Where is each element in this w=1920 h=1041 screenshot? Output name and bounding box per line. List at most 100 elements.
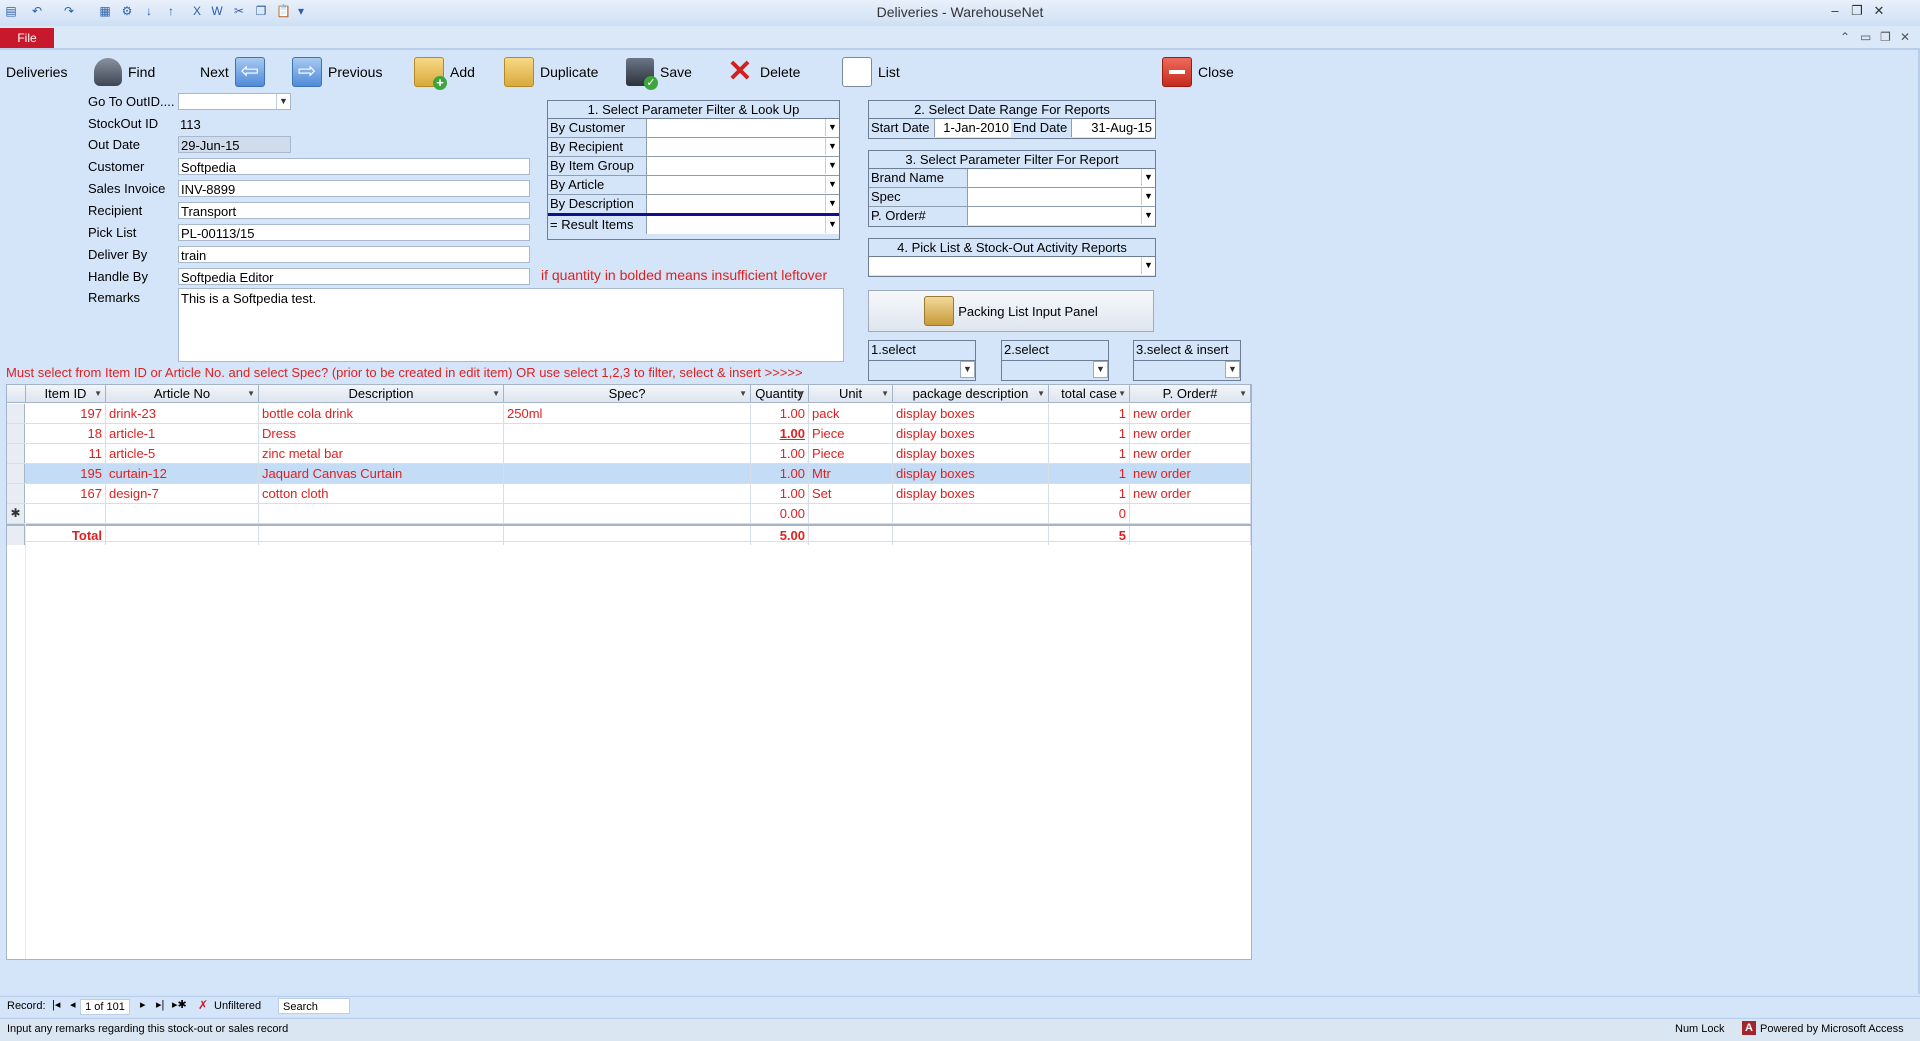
select2-dropdown[interactable]: ▼ — [1002, 360, 1108, 378]
chevron-down-icon[interactable]: ▼ — [1141, 257, 1155, 274]
deliverby-field[interactable]: train — [178, 246, 530, 263]
row-selector[interactable] — [7, 464, 25, 483]
cell-unit[interactable]: Mtr — [809, 464, 893, 483]
cell-unit[interactable]: pack — [809, 404, 893, 423]
table-row[interactable]: 197 drink-23 bottle cola drink 250ml 1.00 pac… — [7, 404, 1251, 424]
row-selector[interactable] — [7, 484, 25, 503]
minimize-icon[interactable]: – — [1824, 2, 1846, 20]
chevron-down-icon[interactable]: ▼ — [739, 385, 747, 403]
cell-porder[interactable]: new order — [1130, 484, 1251, 503]
table-row[interactable]: 167 design-7 cotton cloth 1.00 Set display bo… — [7, 484, 1251, 504]
cell-package[interactable]: display boxes — [893, 484, 1049, 503]
cell-article-no[interactable]: drink-23 — [106, 404, 259, 423]
start-date-field[interactable]: 1-Jan-2010 — [934, 119, 1011, 137]
chevron-down-icon[interactable]: ▼ — [1239, 385, 1247, 403]
cell-quantity[interactable]: 1.00 — [751, 444, 809, 463]
goto-dropdown[interactable]: ▼ — [178, 93, 291, 110]
cell-spec[interactable] — [504, 484, 751, 503]
save-button[interactable]: Save — [626, 53, 692, 91]
ribbon-collapse-icon[interactable]: ⌃ — [1840, 30, 1850, 44]
remarks-textarea[interactable]: This is a Softpedia test. — [178, 288, 844, 362]
cell-description[interactable]: bottle cola drink — [259, 404, 504, 423]
cell-package[interactable]: display boxes — [893, 424, 1049, 443]
next-button[interactable]: Next ⇦ — [200, 53, 265, 91]
cell-spec[interactable]: 250ml — [504, 404, 751, 423]
cell-item-id[interactable]: 11 — [26, 444, 106, 463]
cell-unit[interactable]: Set — [809, 484, 893, 503]
close-button[interactable]: Close — [1162, 53, 1234, 91]
chevron-down-icon[interactable]: ▼ — [825, 157, 839, 174]
select1-dropdown[interactable]: ▼ — [869, 360, 975, 378]
cell-item-id[interactable]: 197 — [26, 404, 106, 423]
cell-description[interactable]: Jaquard Canvas Curtain — [259, 464, 504, 483]
col-header-article-no[interactable]: Article No ▼ — [106, 385, 259, 403]
cell-article-no[interactable]: curtain-12 — [106, 464, 259, 483]
recipient-field[interactable]: Transport — [178, 202, 530, 219]
by-customer-dropdown[interactable]: ▼ — [646, 119, 839, 137]
cell-quantity[interactable]: 1.00 — [751, 464, 809, 483]
cell-package[interactable] — [893, 504, 1049, 523]
chevron-down-icon[interactable]: ▼ — [1141, 169, 1155, 186]
col-header-total-case[interactable]: total case ▼ — [1049, 385, 1130, 403]
chevron-down-icon[interactable]: ▼ — [825, 195, 839, 212]
row-selector[interactable] — [7, 444, 25, 463]
table-row[interactable]: 195 curtain-12 Jaquard Canvas Curtain 1.00 M… — [7, 464, 1251, 484]
outdate-field[interactable]: 29-Jun-15 — [178, 136, 291, 153]
chevron-down-icon[interactable]: ▼ — [492, 385, 500, 403]
cell-article-no[interactable] — [106, 504, 259, 523]
col-header-unit[interactable]: Unit ▼ — [809, 385, 893, 403]
invoice-field[interactable]: INV-8899 — [178, 180, 530, 197]
cell-spec[interactable] — [504, 424, 751, 443]
table-row[interactable]: 18 article-1 Dress 1.00 Piece display boxes 1 n… — [7, 424, 1251, 444]
chevron-down-icon[interactable]: ▼ — [1093, 361, 1108, 378]
cell-quantity[interactable]: 0.00 — [751, 504, 809, 523]
doc-restore-icon[interactable]: ❐ — [1880, 30, 1891, 44]
cell-porder[interactable]: new order — [1130, 424, 1251, 443]
brand-name-dropdown[interactable]: ▼ — [967, 169, 1155, 187]
cell-description[interactable]: zinc metal bar — [259, 444, 504, 463]
chevron-down-icon[interactable]: ▼ — [247, 385, 255, 403]
chevron-down-icon[interactable]: ▼ — [825, 119, 839, 136]
select-all-corner[interactable] — [7, 385, 26, 403]
by-article-dropdown[interactable]: ▼ — [646, 176, 839, 194]
cell-description[interactable]: Dress — [259, 424, 504, 443]
customer-field[interactable]: Softpedia — [178, 158, 530, 175]
next-record-icon[interactable]: ▸ — [140, 998, 146, 1011]
previous-button[interactable]: ⇨ Previous — [292, 53, 382, 91]
cell-total-case[interactable]: 1 — [1049, 484, 1130, 503]
chevron-down-icon[interactable]: ▼ — [276, 94, 290, 109]
list-button[interactable]: List — [842, 53, 900, 91]
table-row[interactable]: 11 article-5 zinc metal bar 1.00 Piece displa… — [7, 444, 1251, 464]
chevron-down-icon[interactable]: ▼ — [825, 176, 839, 193]
by-recipient-dropdown[interactable]: ▼ — [646, 138, 839, 156]
cell-quantity[interactable]: 1.00 — [751, 404, 809, 423]
cell-article-no[interactable]: design-7 — [106, 484, 259, 503]
record-position-field[interactable]: 1 of 101 — [80, 999, 130, 1015]
row-selector[interactable] — [7, 526, 25, 545]
doc-minimize-icon[interactable]: ▭ — [1860, 30, 1871, 44]
result-items-dropdown[interactable]: ▼ — [646, 216, 839, 234]
cell-total-case[interactable]: 0 — [1049, 504, 1130, 523]
chevron-down-icon[interactable]: ▼ — [1141, 207, 1155, 224]
chevron-down-icon[interactable]: ▼ — [1037, 385, 1045, 403]
chevron-down-icon[interactable]: ▼ — [1118, 385, 1126, 403]
activity-report-dropdown[interactable]: ▼ — [869, 257, 1155, 275]
by-item-group-dropdown[interactable]: ▼ — [646, 157, 839, 175]
cell-total-case[interactable]: 1 — [1049, 424, 1130, 443]
doc-close-icon[interactable]: ✕ — [1900, 30, 1910, 44]
row-selector[interactable] — [7, 404, 25, 423]
cell-spec[interactable] — [504, 444, 751, 463]
chevron-down-icon[interactable]: ▼ — [1141, 188, 1155, 205]
add-button[interactable]: Add — [414, 53, 475, 91]
col-header-spec[interactable]: Spec? ▼ — [504, 385, 751, 403]
col-header-porder[interactable]: P. Order# ▼ — [1130, 385, 1251, 403]
cell-quantity[interactable]: 1.00 — [751, 484, 809, 503]
by-description-dropdown[interactable]: ▼ — [646, 195, 839, 213]
cell-item-id[interactable] — [26, 504, 106, 523]
cell-porder[interactable]: new order — [1130, 444, 1251, 463]
packing-list-button[interactable]: Packing List Input Panel — [868, 290, 1154, 332]
duplicate-button[interactable]: Duplicate — [504, 53, 598, 91]
restore-icon[interactable]: ❐ — [1846, 2, 1868, 20]
cell-total-case[interactable]: 1 — [1049, 464, 1130, 483]
cell-spec[interactable] — [504, 504, 751, 523]
